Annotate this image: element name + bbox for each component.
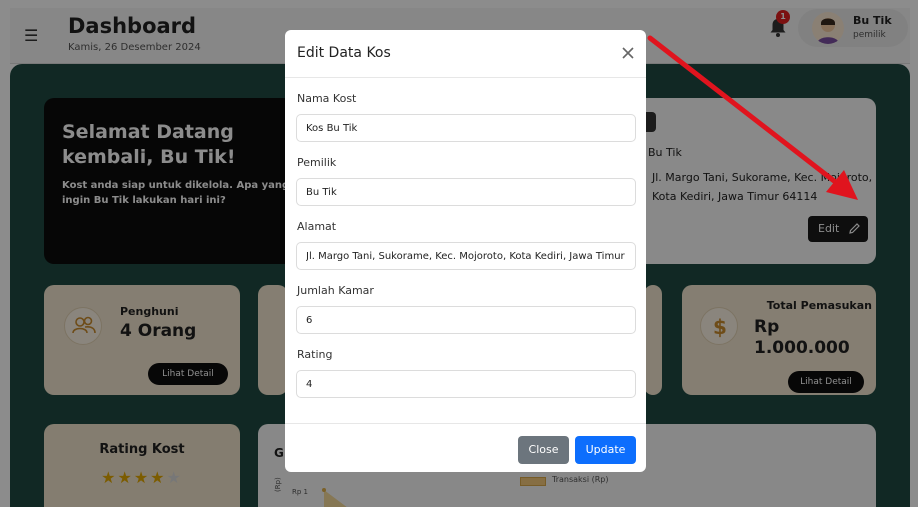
edit-data-kos-modal: Edit Data Kos Nama Kost Pemilik Alamat J… [285,30,646,472]
nama-kost-input[interactable] [296,114,636,142]
jumlah-kamar-input[interactable] [296,306,636,334]
alamat-input[interactable] [296,242,636,270]
pemilik-label: Pemilik [297,156,337,169]
modal-footer: Close Update [285,423,646,472]
rating-input[interactable] [296,370,636,398]
close-button[interactable]: Close [518,436,569,464]
update-button[interactable]: Update [575,436,636,464]
close-icon[interactable] [619,44,637,62]
pemilik-input[interactable] [296,178,636,206]
modal-title: Edit Data Kos [297,45,391,61]
alamat-label: Alamat [297,220,337,233]
jumlah-kamar-label: Jumlah Kamar [297,284,374,297]
rating-label: Rating [297,348,333,361]
modal-header: Edit Data Kos [285,30,646,78]
nama-kost-label: Nama Kost [297,92,357,105]
